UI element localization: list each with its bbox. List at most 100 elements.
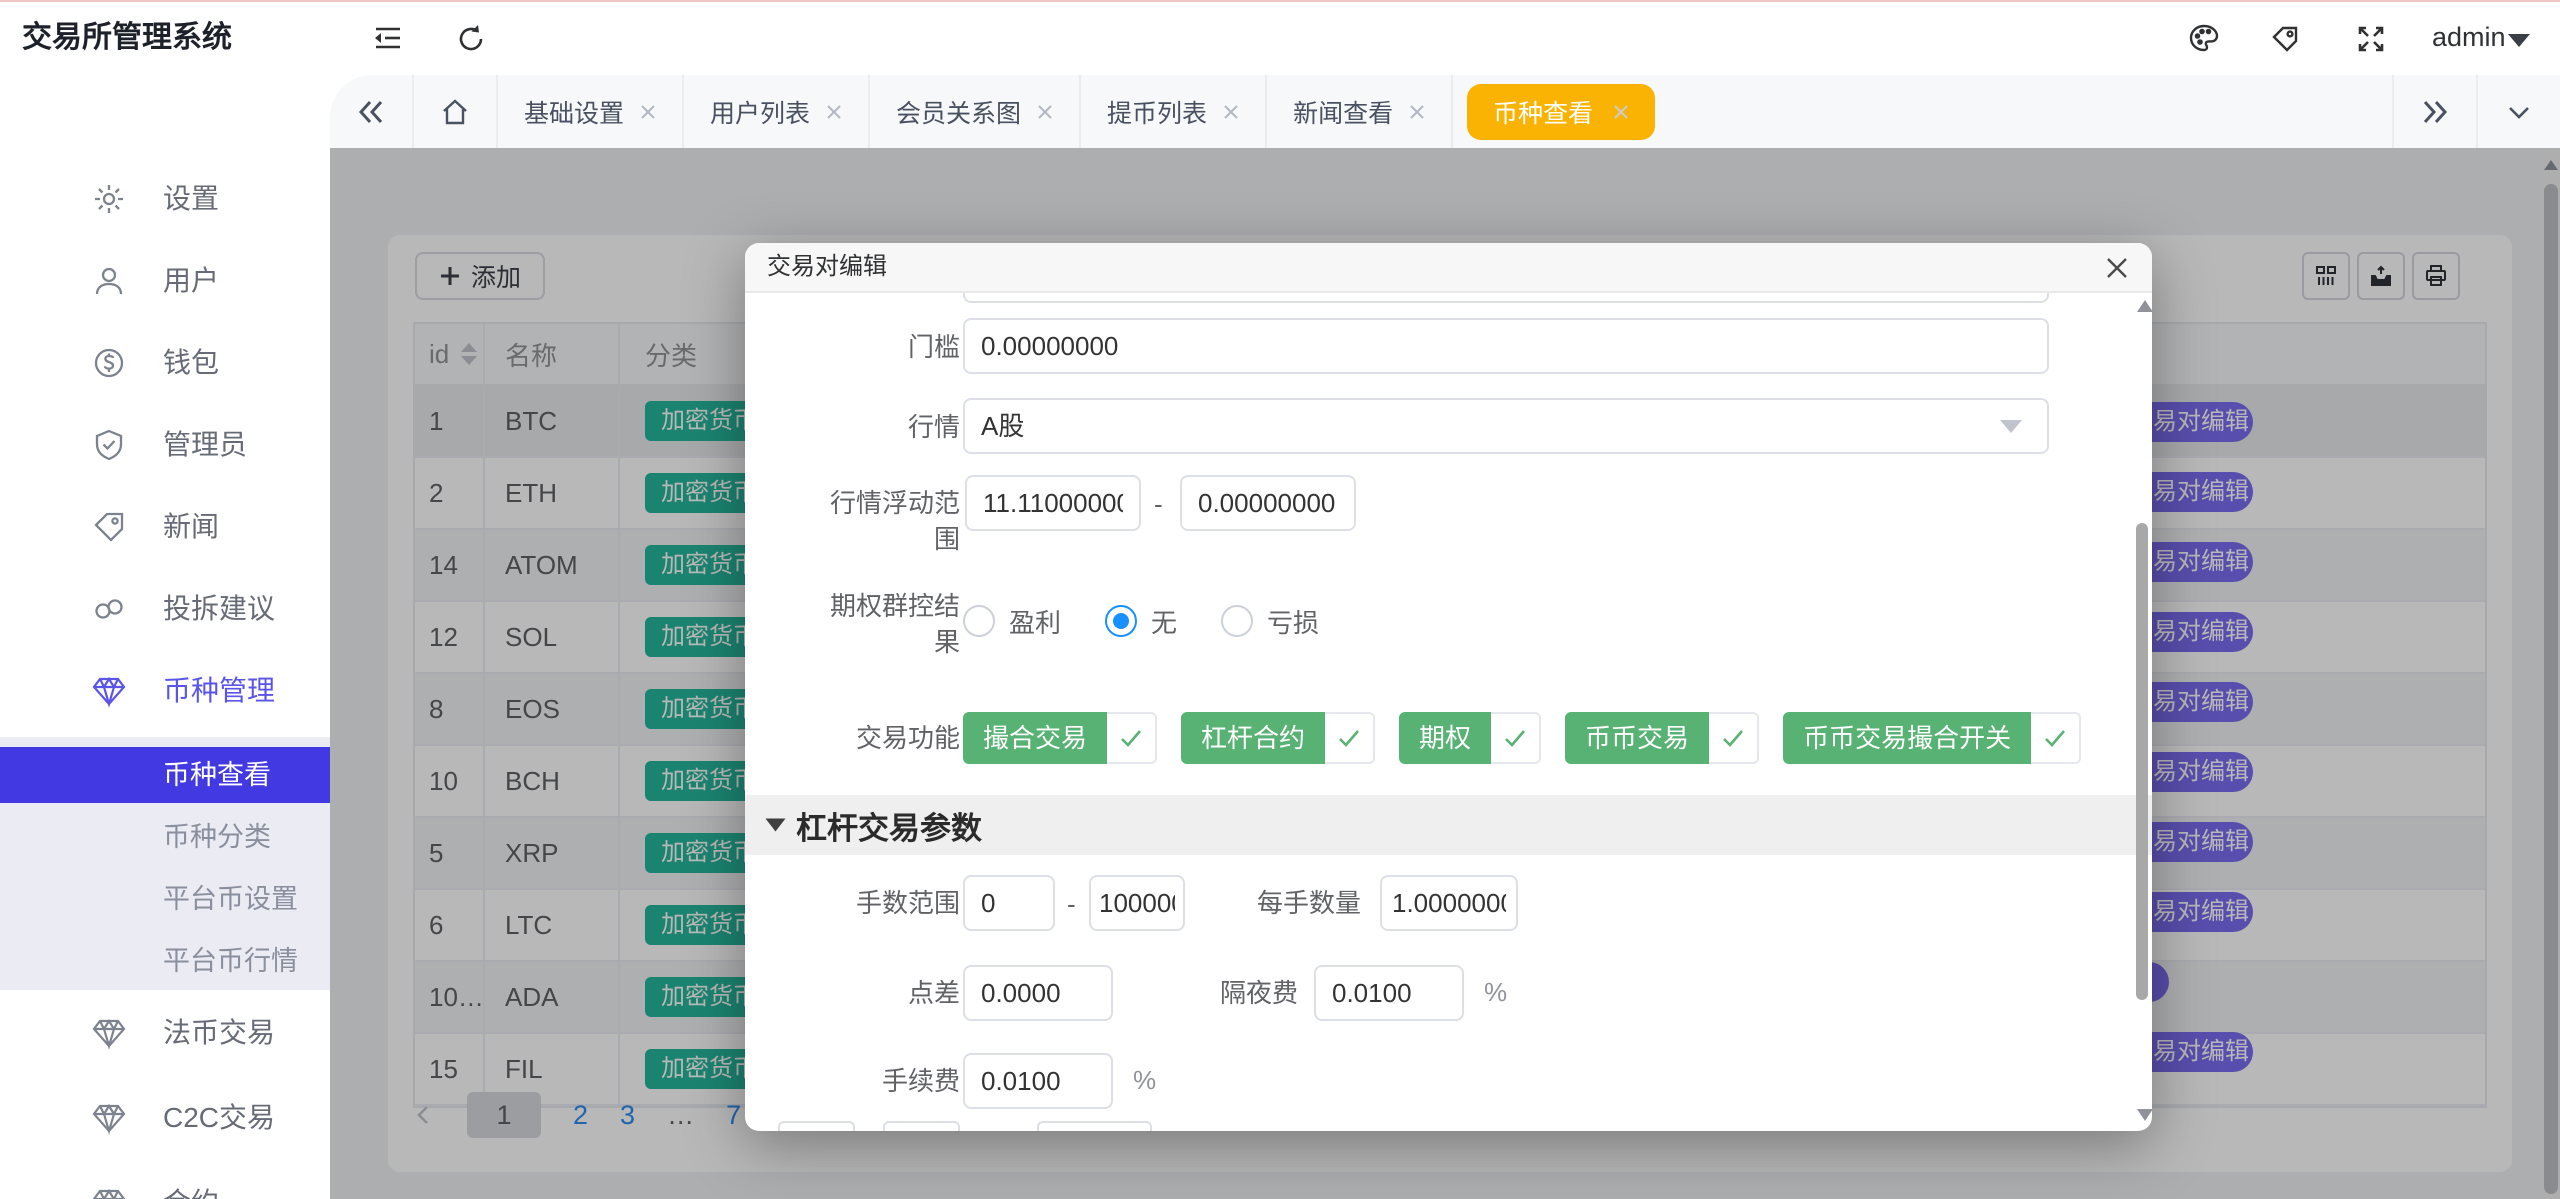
collapse-caret-icon bbox=[766, 819, 786, 832]
collapse-sidebar-icon[interactable] bbox=[372, 22, 404, 54]
radio-icon bbox=[963, 605, 995, 637]
sidebar-item-label: 投拆建议 bbox=[163, 581, 275, 637]
sidebar-item-label: 钱包 bbox=[163, 335, 219, 391]
sidebar-item-wallet[interactable]: 钱包 bbox=[0, 335, 330, 391]
close-icon[interactable] bbox=[826, 104, 842, 120]
refresh-icon[interactable] bbox=[456, 24, 488, 56]
field-label-threshold: 门槛 bbox=[745, 329, 960, 365]
sidebar-item-label: 合约 bbox=[163, 1175, 219, 1199]
tab-item-active[interactable]: 币种查看 bbox=[1467, 84, 1655, 140]
user-menu[interactable]: admin bbox=[2432, 0, 2506, 75]
dialog-title: 交易对编辑 bbox=[767, 243, 887, 291]
sidebar-subitem-label: 币种分类 bbox=[163, 809, 271, 865]
sidebar-subitem-coin-category[interactable]: 币种分类 bbox=[0, 809, 330, 865]
user-caret-icon bbox=[2508, 34, 2530, 47]
close-icon[interactable] bbox=[2103, 254, 2131, 282]
sidebar-item-label: 法币交易 bbox=[163, 1005, 275, 1061]
divider bbox=[2392, 75, 2394, 148]
toggle-leverage-contract[interactable]: 杠杆合约 bbox=[1181, 712, 1375, 764]
shield-check-icon bbox=[92, 428, 126, 462]
close-icon[interactable] bbox=[1223, 104, 1239, 120]
close-icon[interactable] bbox=[1409, 104, 1425, 120]
toggle-spot-trade[interactable]: 币币交易 bbox=[1565, 712, 1759, 764]
sidebar-submenu: 币种查看 币种分类 平台币设置 平台币行情 bbox=[0, 737, 330, 990]
sidebar-item-c2c-trade[interactable]: C2C交易 bbox=[0, 1090, 330, 1146]
lots-from-input[interactable] bbox=[963, 875, 1055, 931]
tab-label: 基础设置 bbox=[524, 94, 624, 130]
sidebar-subitem-label: 币种查看 bbox=[163, 747, 271, 803]
diamond-icon bbox=[92, 1101, 126, 1135]
dollar-icon bbox=[92, 346, 126, 380]
threshold-input[interactable] bbox=[963, 318, 2049, 374]
sidebar-item-label: 新闻 bbox=[163, 499, 219, 555]
sidebar-item-settings[interactable]: 设置 bbox=[0, 171, 330, 227]
close-icon[interactable] bbox=[1613, 104, 1629, 120]
toggle-matching-trade[interactable]: 撮合交易 bbox=[963, 712, 1157, 764]
float-range-from-input[interactable] bbox=[965, 475, 1141, 531]
sidebar-item-users[interactable]: 用户 bbox=[0, 253, 330, 309]
tag-icon[interactable] bbox=[2270, 24, 2302, 56]
sidebar-item-admins[interactable]: 管理员 bbox=[0, 417, 330, 473]
sidebar-item-contract[interactable]: 合约 bbox=[0, 1175, 330, 1199]
edit-pair-dialog: 交易对编辑 门槛 行情 A股 行情浮动范 围 - 期权群控结 果 bbox=[745, 243, 2152, 1131]
overnight-input[interactable] bbox=[1314, 965, 1464, 1021]
market-select[interactable]: A股 bbox=[963, 398, 2049, 454]
field-label-float-range: 行情浮动范 围 bbox=[745, 485, 960, 557]
chevron-double-left-icon[interactable] bbox=[356, 97, 386, 127]
check-icon bbox=[1325, 712, 1375, 764]
tab-item[interactable]: 基础设置 bbox=[498, 75, 682, 148]
sidebar-subitem-platform-coin-market[interactable]: 平台币行情 bbox=[0, 933, 330, 989]
cutoff-input-bottom bbox=[1037, 1121, 1152, 1131]
sidebar-item-coin-management[interactable]: 币种管理 bbox=[0, 663, 330, 719]
radio-loss[interactable]: 亏损 bbox=[1221, 603, 1319, 640]
dialog-scroll-down-icon[interactable] bbox=[2137, 1109, 2152, 1121]
sidebar-item-label: 用户 bbox=[163, 253, 219, 309]
dialog-scroll-up-icon[interactable] bbox=[2137, 300, 2152, 312]
field-label-spread: 点差 bbox=[745, 975, 960, 1011]
tab-item[interactable]: 会员关系图 bbox=[870, 75, 1079, 148]
divider bbox=[2476, 75, 2478, 148]
sidebar-subitem-platform-coin-settings[interactable]: 平台币设置 bbox=[0, 871, 330, 927]
section-leverage-params[interactable]: 杠杆交易参数 bbox=[745, 795, 2152, 855]
per-lot-input[interactable] bbox=[1380, 875, 1518, 931]
diamond-icon bbox=[92, 674, 126, 708]
check-icon bbox=[1107, 712, 1157, 764]
tag-icon bbox=[92, 510, 126, 544]
radio-none[interactable]: 无 bbox=[1105, 603, 1177, 640]
field-label-option-control: 期权群控结 果 bbox=[745, 588, 960, 660]
field-label-overnight: 隔夜费 bbox=[1083, 975, 1298, 1011]
topbar: 交易所管理系统 bbox=[0, 0, 2560, 75]
gear-icon bbox=[92, 182, 126, 216]
section-title: 杠杆交易参数 bbox=[796, 803, 982, 848]
sidebar-subitem-coin-view[interactable]: 币种查看 bbox=[0, 747, 330, 803]
toggle-spot-matching-switch[interactable]: 币币交易撮合开关 bbox=[1783, 712, 2081, 764]
sidebar-item-label: C2C交易 bbox=[163, 1090, 275, 1146]
chevron-down-icon[interactable] bbox=[2504, 97, 2534, 127]
close-icon[interactable] bbox=[640, 104, 656, 120]
radio-profit[interactable]: 盈利 bbox=[963, 603, 1061, 640]
tab-label: 币种查看 bbox=[1493, 94, 1593, 130]
cutoff-input-top bbox=[963, 293, 2049, 303]
home-icon[interactable] bbox=[440, 97, 470, 127]
close-icon[interactable] bbox=[1037, 104, 1053, 120]
tab-item[interactable]: 新闻查看 bbox=[1267, 75, 1451, 148]
float-range-to-input[interactable] bbox=[1180, 475, 1356, 531]
radio-checked-icon bbox=[1105, 605, 1137, 637]
toggle-options[interactable]: 期权 bbox=[1399, 712, 1541, 764]
tab-item[interactable]: 提币列表 bbox=[1081, 75, 1265, 148]
sidebar-item-advice[interactable]: 投拆建议 bbox=[0, 581, 330, 637]
tab-item[interactable]: 用户列表 bbox=[684, 75, 868, 148]
sidebar-item-label: 设置 bbox=[163, 171, 219, 227]
check-icon bbox=[2031, 712, 2081, 764]
divider bbox=[1451, 75, 1453, 148]
chevron-double-right-icon[interactable] bbox=[2420, 97, 2450, 127]
sidebar-item-news[interactable]: 新闻 bbox=[0, 499, 330, 555]
dialog-scrollbar-thumb[interactable] bbox=[2136, 523, 2148, 1000]
check-icon bbox=[1709, 712, 1759, 764]
theme-palette-icon[interactable] bbox=[2188, 22, 2220, 54]
range-separator: - bbox=[1154, 489, 1163, 520]
sidebar-item-fiat-trade[interactable]: 法币交易 bbox=[0, 1005, 330, 1061]
sidebar-subitem-label: 平台币设置 bbox=[163, 871, 298, 927]
fee-input[interactable] bbox=[963, 1053, 1113, 1109]
fullscreen-icon[interactable] bbox=[2356, 24, 2388, 56]
